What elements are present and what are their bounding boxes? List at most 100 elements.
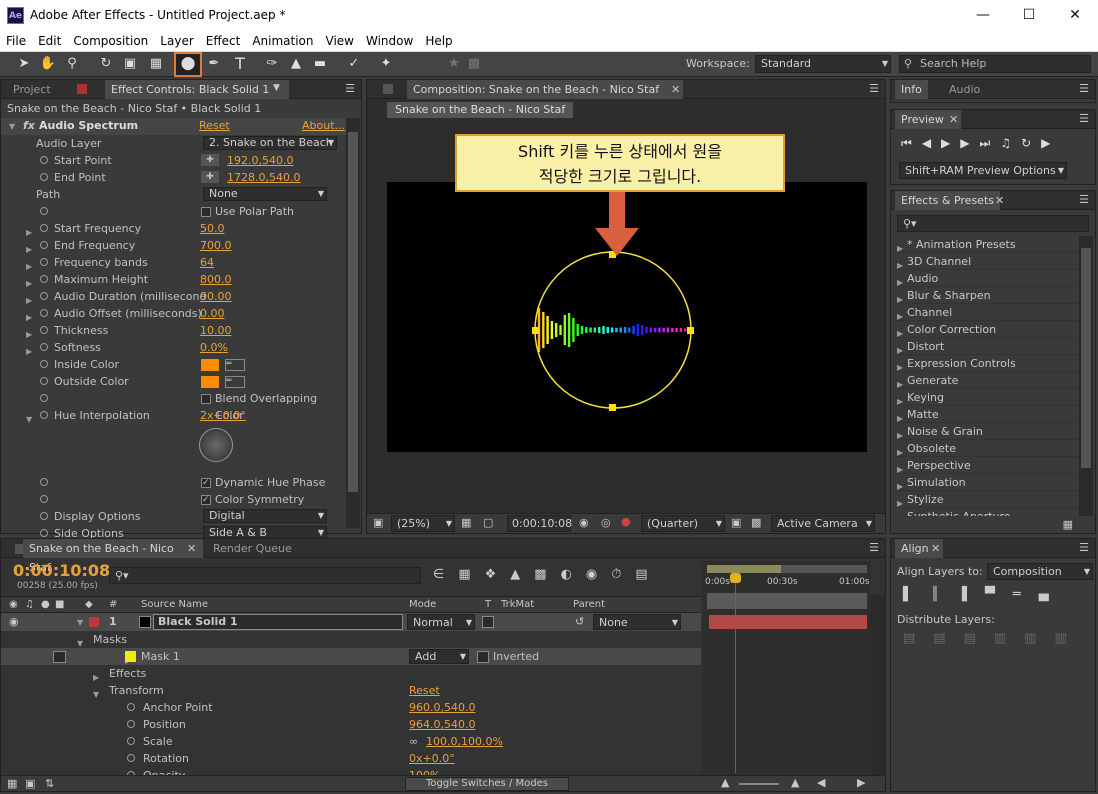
transform-prop-value[interactable]: 964.0,540.0 <box>409 716 475 733</box>
timeline-timecode[interactable]: 0:00:10:08 <box>13 561 110 580</box>
menu-edit[interactable]: Edit <box>32 32 67 50</box>
layer-name[interactable]: Black Solid 1 <box>153 614 403 630</box>
stopwatch-icon[interactable] <box>40 360 48 368</box>
transform-prop-row[interactable]: Scale ∞ 100.0,100.0% <box>1 733 701 750</box>
roi-icon[interactable]: ▣ <box>731 516 741 529</box>
stopwatch-icon[interactable] <box>40 292 48 300</box>
lock-icon[interactable] <box>77 84 87 94</box>
panel-menu-icon[interactable]: ☰ <box>345 82 355 95</box>
distribute-vcenter-icon[interactable]: ▤ <box>933 631 963 646</box>
effects-category-item[interactable]: ▶ Noise & Grain <box>891 423 1079 440</box>
hide-shy-icon[interactable]: ▲ <box>510 567 534 582</box>
layer-label-color[interactable] <box>89 617 99 627</box>
expand-arrow-icon[interactable]: ▶ <box>897 512 903 516</box>
effects-category-item[interactable]: ▶ Stylize <box>891 491 1079 508</box>
timeline-graph[interactable]: 0:00s 00:30s 01:00s <box>703 561 871 777</box>
brainstorm-icon[interactable]: ◉ <box>586 567 611 582</box>
new-folder-icon[interactable]: ▦ <box>1063 518 1073 531</box>
search-help-input[interactable]: ⚲ Search Help <box>899 55 1091 73</box>
effects-category-item[interactable]: ▶ Channel <box>891 304 1079 321</box>
hand-tool-icon[interactable]: ✋ <box>38 54 58 74</box>
stopwatch-icon[interactable] <box>40 309 48 317</box>
clone-stamp-tool-icon[interactable]: ▲ <box>286 54 306 74</box>
mask-mode-dropdown[interactable]: Add ▼ <box>409 649 469 664</box>
scroll-thumb[interactable] <box>348 132 358 492</box>
timecode-field[interactable]: 0:00:10:08 <box>507 515 572 532</box>
menu-layer[interactable]: Layer <box>154 32 199 50</box>
timeline-prop-row[interactable]: ▼ Masks <box>1 631 701 648</box>
expand-arrow-icon[interactable]: ▼ <box>26 411 32 428</box>
ram-preview-icon[interactable]: ▶ <box>1041 136 1060 150</box>
prop-value[interactable]: 192.0,540.0 <box>227 152 293 169</box>
transform-prop-value[interactable]: 0x+0.0° <box>409 750 455 767</box>
inverted-checkbox[interactable] <box>477 651 489 663</box>
transparency-grid-icon[interactable]: ▩ <box>751 516 761 529</box>
col-mode[interactable]: Mode <box>409 599 436 610</box>
layer-mode-dropdown[interactable]: Normal ▼ <box>407 614 475 630</box>
graph-editor-icon[interactable]: ▤ <box>635 567 661 582</box>
expand-arrow-icon[interactable]: ▼ <box>77 618 83 627</box>
visibility-eye-icon[interactable]: ◉ <box>9 615 19 628</box>
tab-project[interactable]: Project <box>7 80 57 99</box>
label-icon[interactable]: ◆ <box>85 599 93 610</box>
timeline-search-input[interactable]: ⚲▾ <box>109 567 421 584</box>
effects-category-item[interactable]: ▶ Color Correction <box>891 321 1079 338</box>
monitor-icon[interactable]: ▣ <box>373 516 383 529</box>
effect-about-link[interactable]: About... <box>302 119 345 132</box>
effects-category-item[interactable]: ▶ 3D Channel <box>891 253 1079 270</box>
layer-duration-bar[interactable] <box>709 615 867 629</box>
zoom-out-icon[interactable]: ▲ <box>721 776 729 789</box>
distribute-left-icon[interactable]: ▥ <box>994 631 1024 646</box>
expand-arrow-icon[interactable]: ▼ <box>9 122 15 131</box>
prop-dropdown[interactable]: 2. Snake on the Beach ▼ <box>203 136 337 150</box>
stopwatch-icon[interactable] <box>40 377 48 385</box>
prop-checkbox[interactable] <box>201 207 211 217</box>
stopwatch-icon[interactable] <box>40 207 48 215</box>
3d-draft-icon[interactable]: ❖ <box>485 567 511 582</box>
col-t[interactable]: T <box>485 599 491 610</box>
align-left-icon[interactable]: ▌ <box>903 587 931 602</box>
effects-category-item[interactable]: ▶ Perspective <box>891 457 1079 474</box>
panel-menu-icon[interactable]: ☰ <box>1079 112 1089 125</box>
pick-whip-icon[interactable]: ↺ <box>575 615 584 628</box>
minimize-button[interactable]: — <box>960 0 1006 30</box>
mask-lock-checkbox[interactable] <box>53 651 66 663</box>
motion-blur-icon[interactable]: ◐ <box>561 567 586 582</box>
align-top-icon[interactable]: ▀ <box>985 587 1013 602</box>
effects-category-item[interactable]: ▶ Matte <box>891 406 1079 423</box>
comp-mini-flowchart-icon[interactable]: ∈ <box>433 567 458 582</box>
tab-effects-presets[interactable]: Effects & Presets <box>895 191 1000 210</box>
maximize-button[interactable]: ☐ <box>1006 0 1052 30</box>
ram-preview-options[interactable]: Shift+RAM Preview Options ▼ <box>899 162 1067 179</box>
ellipse-tool-icon[interactable]: ⬤ <box>174 52 202 77</box>
timeline-prop-row[interactable]: ▶Mask 1Add▼Inverted <box>1 648 701 665</box>
tab-timeline-comp[interactable]: Snake on the Beach - Nico Staf <box>23 539 203 574</box>
prev-frame-icon[interactable]: ◀ <box>922 136 941 150</box>
effects-category-item[interactable]: ▶ Blur & Sharpen <box>891 287 1079 304</box>
live-update-icon[interactable]: ▦ <box>458 567 484 582</box>
grid-icon[interactable]: ▦ <box>461 516 471 529</box>
rotate-tool-icon[interactable]: ↻ <box>96 54 116 74</box>
panel-menu-icon[interactable]: ☰ <box>869 82 879 95</box>
lock-icon[interactable]: ■ <box>55 599 64 610</box>
mask-color-swatch[interactable] <box>125 651 136 662</box>
menu-effect[interactable]: Effect <box>200 32 247 50</box>
tab-audio[interactable]: Audio <box>943 80 986 99</box>
panel-menu-icon[interactable]: ☰ <box>1079 82 1089 95</box>
stopwatch-icon[interactable] <box>40 224 48 232</box>
menu-window[interactable]: Window <box>360 32 419 50</box>
tab-composition[interactable]: Composition: Snake on the Beach - Nico S… <box>407 80 683 99</box>
distribute-bottom-icon[interactable]: ▤ <box>964 631 994 646</box>
audio-icon[interactable]: ♫ <box>25 599 34 610</box>
distribute-top-icon[interactable]: ▤ <box>903 631 933 646</box>
workspace-dropdown[interactable]: Standard ▼ <box>755 55 891 73</box>
scroll-thumb[interactable] <box>1081 248 1091 468</box>
menu-view[interactable]: View <box>320 32 360 50</box>
menu-file[interactable]: File <box>0 32 32 50</box>
stopwatch-icon[interactable] <box>40 529 48 537</box>
close-tab-icon[interactable]: ✕ <box>995 194 1004 207</box>
stopwatch-icon[interactable] <box>127 720 135 728</box>
close-tab-icon[interactable]: ✕ <box>671 83 680 96</box>
camera-tool-icon[interactable]: ▣ <box>120 54 140 74</box>
toggle-transfer-icon[interactable]: ▣ <box>25 777 35 790</box>
